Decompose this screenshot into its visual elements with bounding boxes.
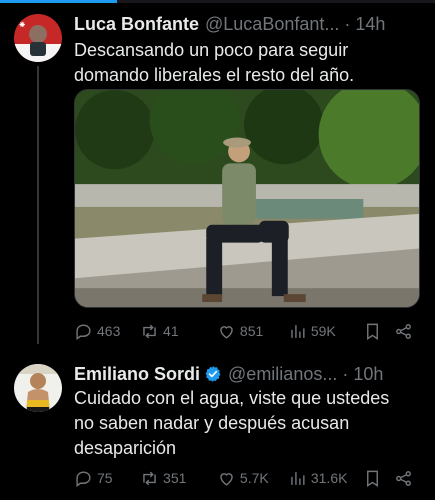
retweet-count: 351 bbox=[163, 470, 187, 486]
reply-count: 463 bbox=[97, 323, 121, 339]
retweet-icon bbox=[143, 324, 156, 338]
tweet-photo[interactable] bbox=[74, 89, 420, 308]
tweet-text-line: desaparición bbox=[74, 438, 177, 458]
avatar[interactable]: ⁕ bbox=[14, 14, 62, 62]
separator: · bbox=[344, 13, 351, 34]
top-progress-bar bbox=[0, 0, 435, 3]
share-button[interactable] bbox=[394, 469, 414, 488]
share-button[interactable] bbox=[394, 322, 414, 341]
views-button[interactable]: 31.6K bbox=[288, 469, 363, 488]
tweet-emiliano-sordi[interactable]: Emiliano Sordi @emilianos... · 10h Cuida… bbox=[0, 352, 435, 500]
retweet-button[interactable]: 41 bbox=[140, 322, 217, 341]
bookmark-icon bbox=[366, 470, 378, 487]
like-icon bbox=[220, 472, 233, 486]
like-icon bbox=[220, 325, 233, 339]
like-button[interactable]: 851 bbox=[217, 322, 288, 341]
tweet-text-line: no saben nadar y después acusan bbox=[74, 413, 350, 433]
verified-badge-icon bbox=[205, 366, 221, 382]
reply-button[interactable]: 75 bbox=[74, 469, 140, 488]
views-icon bbox=[291, 471, 305, 485]
display-name[interactable]: Emiliano Sordi bbox=[74, 364, 200, 385]
avatar[interactable] bbox=[14, 364, 62, 412]
tweet-text: Descansando un poco para seguir domando … bbox=[74, 38, 421, 88]
bookmark-icon bbox=[366, 323, 378, 340]
views-count: 31.6K bbox=[310, 470, 348, 486]
views-button[interactable]: 59K bbox=[288, 322, 363, 341]
views-count: 59K bbox=[310, 323, 336, 339]
reply-icon bbox=[76, 470, 91, 487]
tweet-header: Luca Bonfante @LucaBonfant... · 14h bbox=[74, 12, 425, 36]
tweet-actions: 463 41 851 59K bbox=[74, 320, 414, 342]
tweet-header: Emiliano Sordi @emilianos... · 10h bbox=[74, 362, 425, 386]
bookmark-button[interactable] bbox=[363, 322, 395, 341]
reply-count: 75 bbox=[97, 470, 113, 486]
like-button[interactable]: 5.7K bbox=[217, 469, 288, 488]
tweet-text-line: Descansando un poco para seguir bbox=[74, 40, 349, 60]
timestamp[interactable]: 10h bbox=[353, 364, 383, 385]
tweet-luca-bonfante[interactable]: ⁕ Luca Bonfante @LucaBonfant... · 14h De… bbox=[0, 8, 435, 348]
reply-icon bbox=[76, 323, 91, 340]
tweet-text: Cuidado con el agua, viste que ustedes n… bbox=[74, 386, 421, 461]
retweet-count: 41 bbox=[163, 323, 179, 339]
share-icon bbox=[396, 323, 412, 339]
tweet-text-line: domando liberales el resto del año. bbox=[74, 65, 355, 85]
bookmark-button[interactable] bbox=[363, 469, 395, 488]
user-handle[interactable]: @LucaBonfant... bbox=[205, 14, 339, 35]
retweet-button[interactable]: 351 bbox=[140, 469, 217, 488]
display-name[interactable]: Luca Bonfante bbox=[74, 14, 199, 35]
svg-text:⁕: ⁕ bbox=[18, 20, 26, 31]
views-icon bbox=[291, 324, 305, 338]
retweet-icon bbox=[143, 471, 156, 485]
reply-button[interactable]: 463 bbox=[74, 322, 140, 341]
timestamp[interactable]: 14h bbox=[355, 14, 385, 35]
user-handle[interactable]: @emilianos... bbox=[228, 364, 337, 385]
tweet-text-line: Cuidado con el agua, viste que ustedes bbox=[74, 388, 390, 408]
like-count: 851 bbox=[239, 323, 264, 339]
separator: · bbox=[342, 363, 349, 384]
tweet-actions: 75 351 5.7K 31.6K bbox=[74, 467, 414, 489]
share-icon bbox=[396, 470, 412, 486]
like-count: 5.7K bbox=[239, 470, 269, 486]
